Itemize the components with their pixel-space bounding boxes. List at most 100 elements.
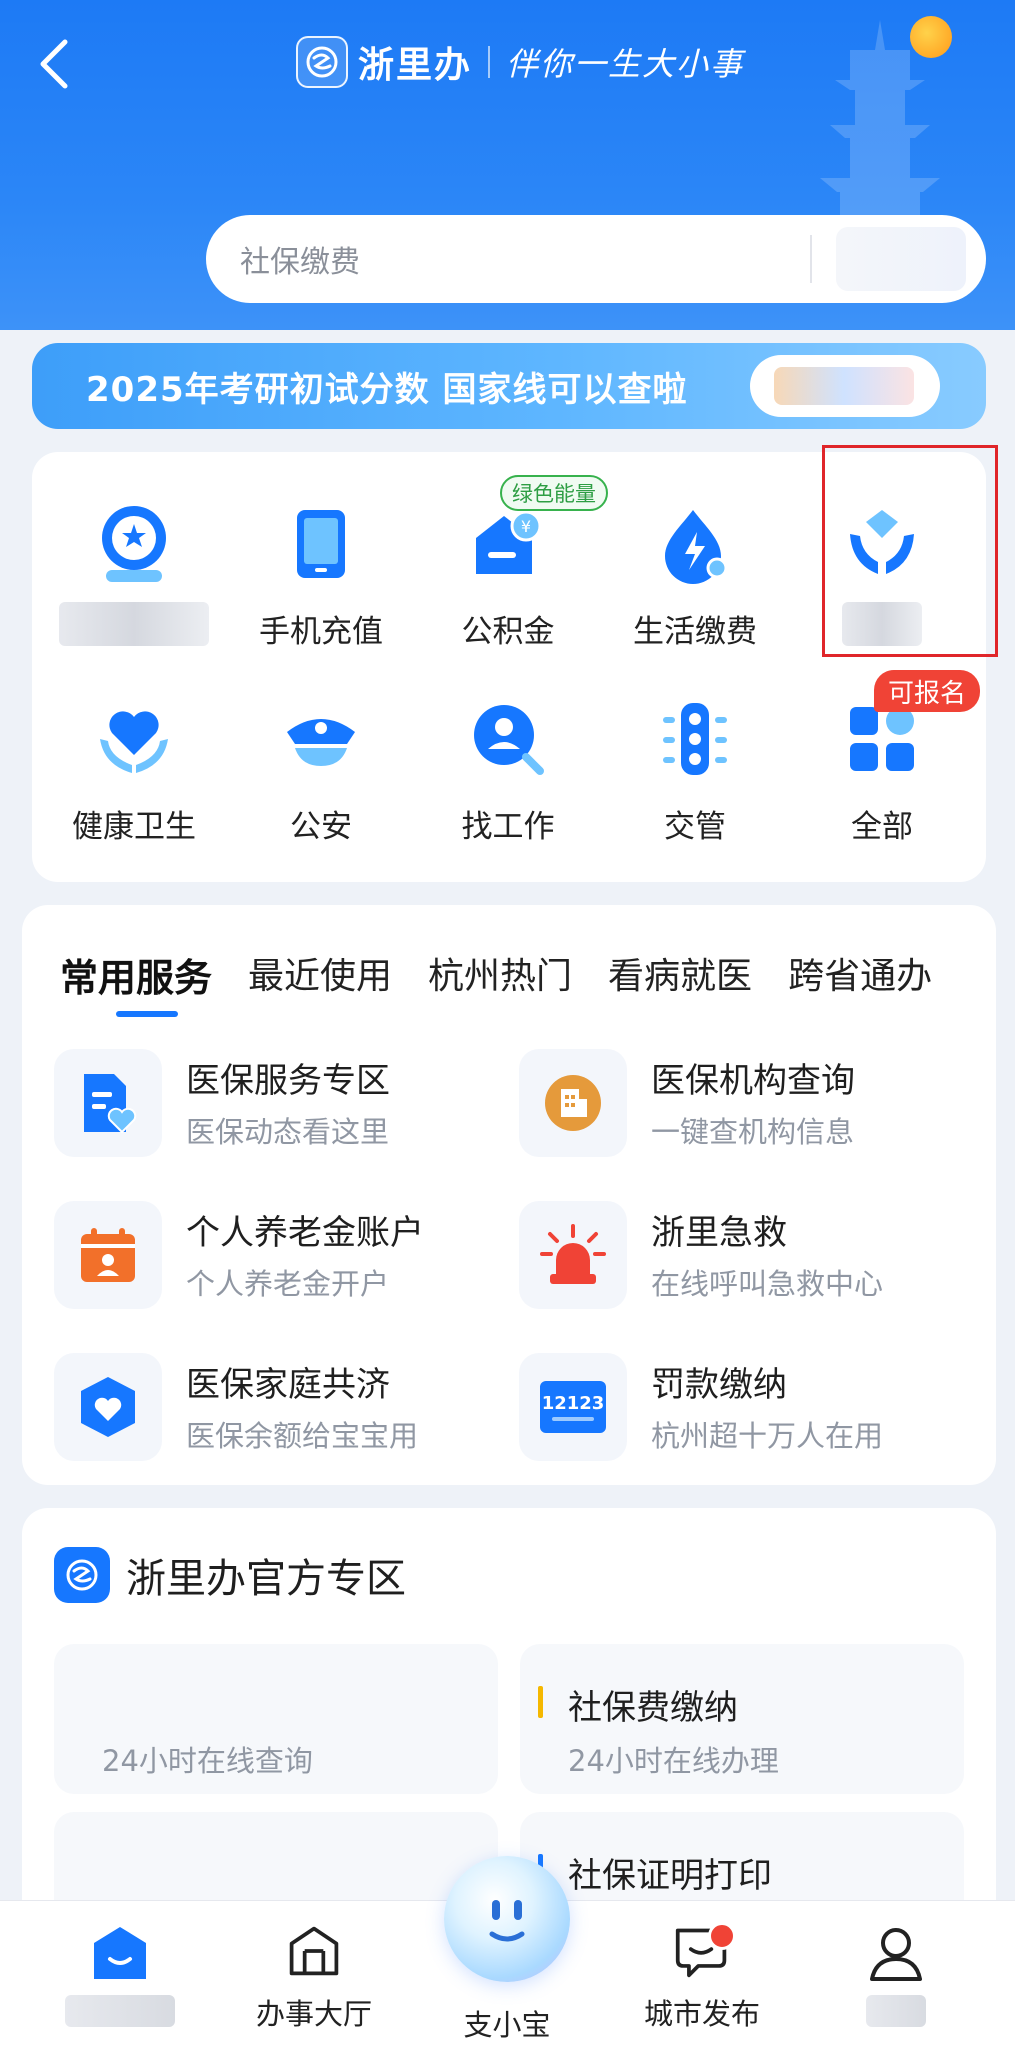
quick-item-label: 全部	[851, 809, 913, 845]
sun-decoration	[910, 16, 952, 58]
brand-slogan: 伴你一生大小事	[506, 45, 745, 83]
service-subtitle: 医保余额给宝宝用	[186, 1419, 419, 1453]
quick-item-5-label	[842, 602, 922, 646]
brand: 浙里办 伴你一生大小事	[296, 34, 744, 90]
back-button[interactable]	[30, 36, 78, 92]
service-medical-insurance-zone[interactable]: 医保服务专区 医保动态看这里	[54, 1049, 494, 1157]
official-card-title: 社保费缴纳	[568, 1688, 738, 1728]
nav-home[interactable]	[35, 1923, 205, 2033]
heart-hands-icon	[90, 695, 178, 783]
nav-profile[interactable]	[811, 1923, 981, 2033]
zheliban-logo-icon	[54, 1547, 110, 1603]
12123-icon: 12123	[519, 1353, 627, 1461]
police-cap-icon	[277, 695, 365, 783]
search-input[interactable]: 社保缴费	[206, 215, 986, 303]
housing-fund-icon: ¥	[464, 500, 552, 588]
service-title: 个人养老金账户	[186, 1213, 424, 1253]
official-card-title: 社保证明打印	[568, 1856, 772, 1896]
tab-recent[interactable]: 最近使用	[248, 947, 392, 1002]
quick-item-label: 找工作	[461, 809, 555, 845]
nav-city-release[interactable]: 城市发布	[617, 1923, 787, 2033]
svg-text:¥: ¥	[521, 517, 531, 536]
nav-label: 城市发布	[643, 1997, 760, 2031]
nav-label: 办事大厅	[255, 1997, 372, 2031]
medical-doc-icon	[54, 1049, 162, 1157]
service-institution-query[interactable]: 医保机构查询 一键查机构信息	[519, 1049, 959, 1157]
quick-item-all[interactable]: 全部	[790, 695, 974, 875]
official-card-subtitle: 24小时在线办理	[568, 1744, 779, 1778]
banner-text: 2025年考研初试分数 国家线可以查啦	[86, 369, 688, 410]
calendar-person-icon	[54, 1201, 162, 1309]
official-card-1[interactable]: 24小时在线查询	[54, 1644, 498, 1794]
tab-common[interactable]: 常用服务	[60, 947, 212, 1002]
traffic-light-icon	[651, 695, 739, 783]
brand-name: 浙里办	[358, 45, 473, 86]
chevron-left-icon	[40, 39, 68, 89]
hall-icon	[289, 1926, 339, 1976]
nav-profile-label	[866, 1995, 926, 2027]
assistant-face-icon	[489, 1900, 525, 1942]
service-pension-account[interactable]: 个人养老金账户 个人养老金开户	[54, 1201, 494, 1309]
service-fine-payment[interactable]: 12123 罚款缴纳 杭州超十万人在用	[519, 1353, 959, 1461]
quick-item-1[interactable]	[42, 500, 226, 680]
quick-item-traffic[interactable]: 交管	[603, 695, 787, 875]
tab-medical[interactable]: 看病就医	[608, 947, 752, 1002]
service-tabs: 常用服务 最近使用 杭州热门 看病就医 跨省通办	[60, 947, 932, 1002]
service-emergency-rescue[interactable]: 浙里急救 在线呼叫急救中心	[519, 1201, 959, 1309]
active-tab-indicator	[116, 1011, 178, 1017]
tab-cross-province[interactable]: 跨省通办	[788, 947, 932, 1002]
quick-item-label: 公积金	[461, 614, 555, 650]
card-accent-bar	[538, 1686, 543, 1718]
service-title: 医保家庭共济	[186, 1365, 390, 1405]
quick-item-label: 公安	[290, 809, 352, 845]
service-title: 医保机构查询	[651, 1061, 855, 1101]
search-placeholder: 社保缴费	[240, 245, 360, 280]
tabs-fade	[936, 935, 996, 1005]
service-subtitle: 医保动态看这里	[186, 1115, 390, 1149]
service-subtitle: 杭州超十万人在用	[651, 1419, 884, 1453]
quick-item-phone-recharge[interactable]: 手机充值	[229, 500, 413, 680]
service-family-mutual-aid[interactable]: 医保家庭共济 医保余额给宝宝用	[54, 1353, 494, 1461]
quick-item-label: 交管	[664, 809, 726, 845]
nav-service-hall[interactable]: 办事大厅	[229, 1923, 399, 2033]
search-divider	[810, 235, 812, 283]
hands-diamond-icon	[838, 500, 926, 588]
official-zone-title: 浙里办官方专区	[126, 1556, 406, 1602]
service-subtitle: 一键查机构信息	[651, 1115, 855, 1149]
service-title: 浙里急救	[651, 1213, 787, 1253]
quick-item-label: 健康卫生	[72, 809, 196, 845]
assistant-label[interactable]: 支小宝	[444, 2002, 570, 2044]
banner-pill-image	[774, 367, 914, 405]
services-panel: 常用服务 最近使用 杭州热门 看病就医 跨省通办 医保服务专区 医保动态看这里	[22, 905, 996, 1485]
quick-item-label: 生活缴费	[633, 614, 757, 650]
quick-item-1-label	[59, 602, 209, 646]
search-extra-button[interactable]	[836, 227, 966, 291]
job-search-icon	[464, 695, 552, 783]
green-energy-badge: 绿色能量	[500, 475, 608, 511]
banner-pill[interactable]	[750, 355, 940, 417]
alarm-light-icon	[519, 1201, 627, 1309]
quick-item-housing-fund[interactable]: ¥ 公积金	[416, 500, 600, 680]
service-subtitle: 个人养老金开户	[186, 1267, 390, 1301]
quick-item-label: 手机充值	[259, 614, 383, 650]
official-card-social-insurance-payment[interactable]: 社保费缴纳 24小时在线办理	[520, 1644, 964, 1794]
service-title: 医保服务专区	[186, 1061, 390, 1101]
quick-item-find-job[interactable]: 找工作	[416, 695, 600, 875]
nav-home-label	[65, 1995, 175, 2027]
quick-item-health[interactable]: 健康卫生	[42, 695, 226, 875]
quick-item-utility-bills[interactable]: 生活缴费	[603, 500, 787, 680]
globe-badge-icon	[90, 500, 178, 588]
promo-banner[interactable]: 2025年考研初试分数 国家线可以查啦	[32, 343, 986, 429]
water-drop-bolt-icon	[651, 500, 739, 588]
quick-item-police[interactable]: 公安	[229, 695, 413, 875]
notification-dot	[708, 1922, 736, 1950]
official-card-subtitle: 24小时在线查询	[102, 1744, 313, 1778]
brand-divider	[488, 46, 491, 78]
zheliban-logo-icon	[296, 36, 348, 88]
profile-icon	[870, 1928, 922, 1981]
building-icon	[519, 1049, 627, 1157]
tab-hangzhou-hot[interactable]: 杭州热门	[428, 947, 572, 1002]
shield-heart-icon	[54, 1353, 162, 1461]
assistant-orb[interactable]	[444, 1856, 570, 1982]
quick-item-5[interactable]	[790, 500, 974, 680]
